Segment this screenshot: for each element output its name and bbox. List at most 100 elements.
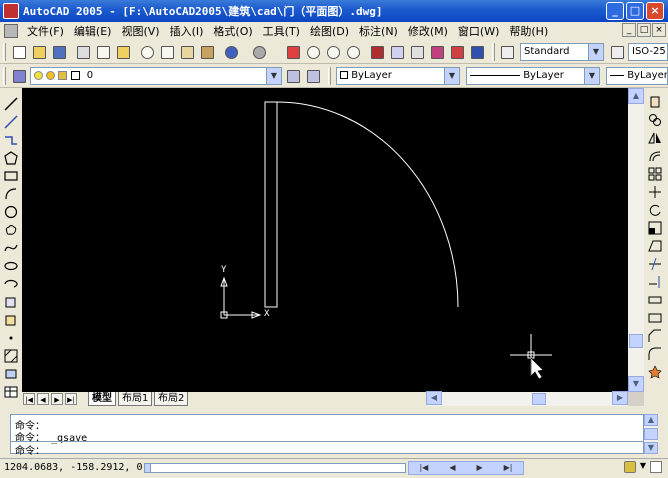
table-icon[interactable] bbox=[3, 384, 19, 400]
pan-realtime-icon[interactable] bbox=[284, 43, 302, 61]
maximize-button[interactable]: □ bbox=[626, 2, 644, 20]
command-prompt[interactable]: 命令： bbox=[15, 442, 45, 457]
toolbar-grip[interactable] bbox=[3, 43, 6, 61]
offset-icon[interactable] bbox=[647, 148, 663, 164]
construction-line-icon[interactable] bbox=[3, 114, 19, 130]
playback-slider[interactable] bbox=[144, 463, 406, 473]
scale-icon[interactable] bbox=[647, 220, 663, 236]
command-scroll-thumb[interactable] bbox=[644, 428, 658, 440]
drawing-canvas[interactable]: Y X bbox=[22, 88, 628, 392]
new-icon[interactable] bbox=[10, 43, 28, 61]
polyline-icon[interactable] bbox=[3, 132, 19, 148]
break-icon[interactable] bbox=[647, 310, 663, 326]
scroll-down-button[interactable]: ▼ bbox=[628, 376, 644, 392]
zoom-window-icon[interactable] bbox=[324, 43, 342, 61]
scroll-left-button[interactable]: ◀ bbox=[426, 391, 442, 405]
toolbar-grip[interactable] bbox=[492, 43, 495, 61]
menu-tools[interactable]: 工具(T) bbox=[258, 23, 305, 39]
make-block-icon[interactable] bbox=[3, 312, 19, 328]
revision-cloud-icon[interactable] bbox=[3, 222, 19, 238]
menu-dimension[interactable]: 标注(N) bbox=[354, 23, 403, 39]
region-icon[interactable] bbox=[3, 366, 19, 382]
menu-file[interactable]: 文件(F) bbox=[22, 23, 69, 39]
lineweight-select[interactable]: ByLayer bbox=[606, 67, 668, 85]
fillet-icon[interactable] bbox=[647, 346, 663, 362]
vertical-scroll-thumb[interactable] bbox=[629, 334, 643, 348]
zoom-previous-icon[interactable] bbox=[344, 43, 362, 61]
door-panel[interactable] bbox=[264, 101, 278, 308]
point-icon[interactable] bbox=[3, 330, 19, 346]
chevron-down-icon[interactable]: ▼ bbox=[266, 68, 281, 84]
last-tab-button[interactable]: ▶| bbox=[65, 393, 77, 405]
toolbar-grip[interactable] bbox=[328, 67, 331, 85]
dim-style-icon[interactable] bbox=[608, 43, 626, 61]
chevron-down-icon[interactable]: ▼ bbox=[444, 68, 459, 84]
play-icon[interactable]: ▶ bbox=[476, 462, 482, 474]
dim-style-select[interactable]: ISO-25 bbox=[628, 43, 668, 61]
ellipse-arc-icon[interactable] bbox=[3, 276, 19, 292]
skip-forward-icon[interactable]: ▶| bbox=[504, 462, 513, 474]
horizontal-scroll-thumb[interactable] bbox=[532, 393, 546, 405]
scroll-right-button[interactable]: ▶ bbox=[612, 391, 628, 405]
door-swing-arc[interactable] bbox=[276, 101, 459, 308]
redo-icon[interactable] bbox=[250, 43, 268, 61]
menu-modify[interactable]: 修改(M) bbox=[403, 23, 453, 39]
clean-screen-icon[interactable] bbox=[650, 461, 662, 473]
command-history[interactable]: 命令： 命令： _qsave 命令： bbox=[10, 414, 644, 457]
tab-layout1[interactable]: 布局1 bbox=[118, 392, 153, 406]
color-select[interactable]: ByLayer ▼ bbox=[336, 67, 460, 85]
line-icon[interactable] bbox=[3, 96, 19, 112]
design-center-icon[interactable] bbox=[388, 43, 406, 61]
doc-restore-button[interactable]: □ bbox=[637, 23, 651, 37]
properties-icon[interactable] bbox=[368, 43, 386, 61]
help-icon[interactable] bbox=[468, 43, 486, 61]
hatch-icon[interactable] bbox=[3, 348, 19, 364]
break-at-point-icon[interactable] bbox=[647, 292, 663, 308]
move-icon[interactable] bbox=[647, 184, 663, 200]
erase-icon[interactable] bbox=[647, 94, 663, 110]
chamfer-icon[interactable] bbox=[647, 328, 663, 344]
mirror-icon[interactable] bbox=[647, 130, 663, 146]
explode-icon[interactable] bbox=[647, 364, 663, 380]
layer-select[interactable]: 0 ▼ bbox=[30, 67, 282, 85]
spline-icon[interactable] bbox=[3, 240, 19, 256]
autocad-app-icon[interactable] bbox=[3, 3, 19, 19]
command-scroll-up-button[interactable]: ▲ bbox=[644, 414, 658, 426]
first-tab-button[interactable]: |◀ bbox=[23, 393, 35, 405]
stretch-icon[interactable] bbox=[647, 238, 663, 254]
playback-slider-thumb[interactable] bbox=[145, 464, 151, 472]
make-object-layer-current-icon[interactable] bbox=[284, 67, 302, 85]
next-tab-button[interactable]: ▶ bbox=[51, 393, 63, 405]
vertical-scrollbar[interactable]: ▲ ▼ bbox=[628, 88, 644, 392]
trim-icon[interactable] bbox=[647, 256, 663, 272]
doc-close-button[interactable]: × bbox=[652, 23, 666, 37]
menu-help[interactable]: 帮助(H) bbox=[504, 23, 553, 39]
chevron-down-icon[interactable]: ▼ bbox=[584, 68, 599, 84]
menu-draw[interactable]: 绘图(D) bbox=[305, 23, 354, 39]
minimize-button[interactable]: _ bbox=[606, 2, 624, 20]
scroll-up-button[interactable]: ▲ bbox=[628, 88, 644, 104]
copy-object-icon[interactable] bbox=[647, 112, 663, 128]
linetype-select[interactable]: ByLayer ▼ bbox=[466, 67, 600, 85]
coordinate-readout[interactable]: 1204.0683, -158.2912, 0.0 bbox=[4, 462, 155, 473]
polygon-icon[interactable] bbox=[3, 150, 19, 166]
close-button[interactable]: × bbox=[646, 2, 664, 20]
circle-icon[interactable] bbox=[3, 204, 19, 220]
prev-tab-button[interactable]: ◀ bbox=[37, 393, 49, 405]
layer-manager-icon[interactable] bbox=[10, 67, 28, 85]
paste-icon[interactable] bbox=[178, 43, 196, 61]
menu-window[interactable]: 窗口(W) bbox=[453, 23, 504, 39]
copy-icon[interactable] bbox=[158, 43, 176, 61]
doc-minimize-button[interactable]: _ bbox=[622, 23, 636, 37]
ellipse-icon[interactable] bbox=[3, 258, 19, 274]
menu-insert[interactable]: 插入(I) bbox=[165, 23, 209, 39]
communication-center-icon[interactable] bbox=[623, 461, 636, 473]
print-icon[interactable] bbox=[74, 43, 92, 61]
print-preview-icon[interactable] bbox=[94, 43, 112, 61]
tool-palettes-icon[interactable] bbox=[408, 43, 426, 61]
menu-format[interactable]: 格式(O) bbox=[208, 23, 257, 39]
skip-back-icon[interactable]: |◀ bbox=[419, 462, 428, 474]
tray-settings-chevron-icon[interactable]: ▼ bbox=[640, 461, 646, 473]
command-scrollbar[interactable]: ▲ ▼ bbox=[644, 414, 658, 454]
command-scroll-down-button[interactable]: ▼ bbox=[644, 442, 658, 454]
